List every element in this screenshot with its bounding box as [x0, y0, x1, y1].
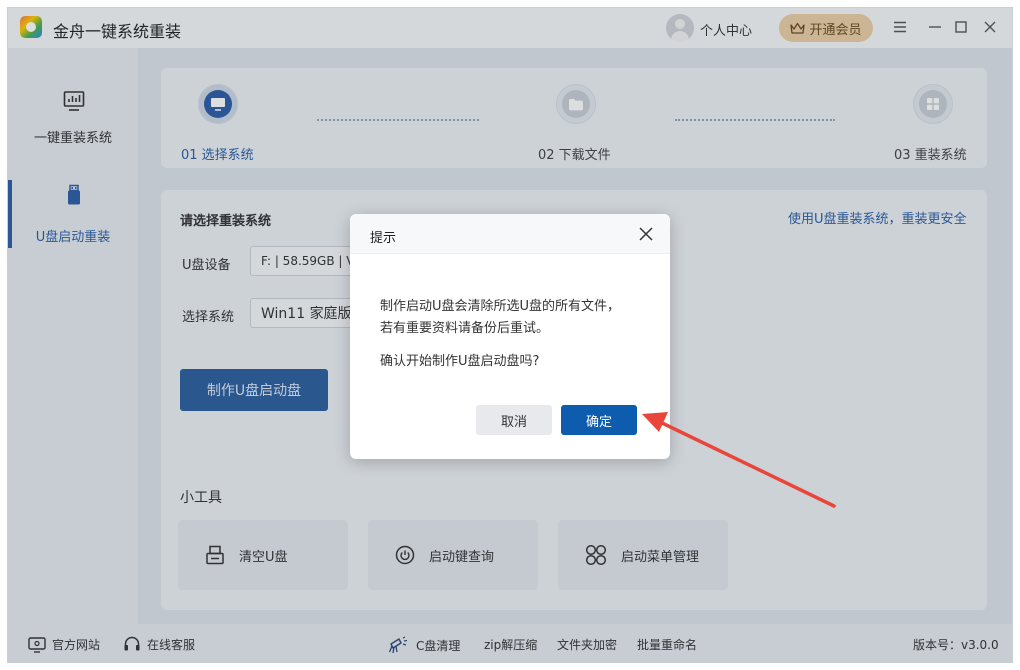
annotation-arrow-icon [642, 412, 836, 508]
app-window: 金舟一键系统重装 个人中心 开通会员 一键重装系统 U盘启动重装 01 选择系统… [7, 7, 1013, 663]
